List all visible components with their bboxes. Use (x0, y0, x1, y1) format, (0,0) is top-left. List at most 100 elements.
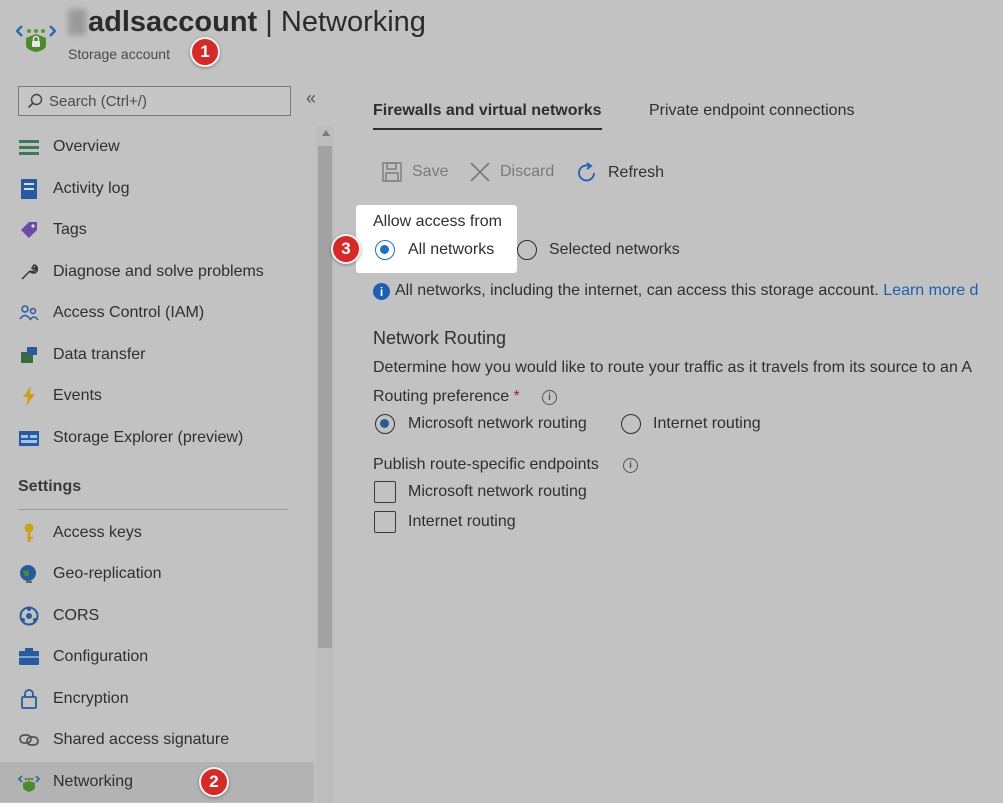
sidebar-item-label: CORS (53, 607, 100, 624)
refresh-button[interactable]: Refresh (576, 162, 664, 184)
key-icon (18, 522, 40, 544)
sidebar-item-label: Geo-replication (53, 565, 162, 582)
sidebar-item-overview[interactable]: Overview (0, 127, 314, 167)
step-badge-1: 1 (190, 37, 220, 67)
info-message: All networks, including the internet, ca… (395, 282, 879, 299)
close-icon (470, 162, 490, 182)
publish-microsoft-label[interactable]: Microsoft network routing (408, 483, 587, 501)
save-button[interactable]: Save (382, 162, 448, 182)
lock-icon (18, 688, 40, 710)
people-icon (18, 302, 40, 324)
page-name: Networking (280, 6, 426, 38)
save-label: Save (412, 163, 449, 180)
search-input[interactable]: Search (Ctrl+/) (18, 86, 291, 116)
redacted-text (68, 9, 86, 35)
sidebar-item-iam[interactable]: Access Control (IAM) (0, 293, 314, 333)
checkbox-publish-microsoft[interactable] (374, 481, 396, 503)
sidebar-item-label: Access keys (53, 524, 142, 541)
overview-icon (18, 136, 40, 158)
network-routing-heading: Network Routing (373, 328, 507, 348)
collapse-sidebar-button[interactable]: « (306, 88, 316, 109)
data-transfer-icon (18, 344, 40, 366)
routing-description: Determine how you would like to route yo… (373, 359, 973, 376)
scrollbar-thumb[interactable] (318, 146, 332, 648)
radio-microsoft-network-routing[interactable] (375, 414, 395, 434)
publish-endpoints-label: Publish route-specific endpoints (373, 456, 599, 473)
allow-access-label: Allow access from (373, 213, 502, 230)
sidebar-item-label: Access Control (IAM) (53, 304, 205, 321)
networking-icon (18, 771, 40, 793)
sidebar-item-label: Events (53, 387, 102, 404)
activity-log-icon (18, 178, 40, 200)
save-icon (382, 162, 402, 182)
radio-selected-networks[interactable] (517, 240, 537, 260)
all-networks-label[interactable]: All networks (408, 241, 494, 259)
title-separator: | (257, 6, 281, 38)
internet-routing-label[interactable]: Internet routing (653, 415, 761, 433)
info-text: All networks, including the internet, ca… (395, 282, 978, 300)
sidebar-item-label: Data transfer (53, 346, 146, 363)
required-mark: * (513, 388, 520, 405)
sidebar-item-tags[interactable]: Tags (0, 210, 314, 250)
publish-internet-label[interactable]: Internet routing (408, 513, 516, 531)
storage-explorer-icon (18, 427, 40, 449)
radio-internet-routing[interactable] (621, 414, 641, 434)
wrench-icon (18, 261, 40, 283)
sidebar-item-label: Shared access signature (53, 731, 230, 748)
page-header: adlsaccount | Networking Storage account (0, 0, 1003, 78)
sidebar-item-storage-explorer[interactable]: Storage Explorer (preview) (0, 418, 314, 458)
configuration-icon (18, 646, 40, 668)
sidebar-item-data-transfer[interactable]: Data transfer (0, 335, 314, 375)
sidebar-item-sas[interactable]: Shared access signature (0, 720, 314, 760)
storage-networking-icon (16, 25, 56, 52)
resource-type: Storage account (68, 46, 170, 62)
sidebar: Search (Ctrl+/) « Overview Activity log … (0, 78, 336, 803)
globe-icon (18, 563, 40, 585)
sidebar-item-encryption[interactable]: Encryption (0, 679, 314, 719)
info-icon: i (373, 283, 390, 300)
link-icon (18, 729, 40, 751)
sidebar-item-label: Storage Explorer (preview) (53, 429, 244, 446)
sidebar-item-label: Encryption (53, 690, 129, 707)
sidebar-item-label: Activity log (53, 180, 130, 197)
sidebar-item-cors[interactable]: CORS (0, 596, 314, 636)
settings-section-label: Settings (18, 478, 82, 495)
step-badge-2: 2 (199, 767, 229, 797)
section-divider (18, 509, 288, 510)
sidebar-item-configuration[interactable]: Configuration (0, 637, 314, 677)
tab-firewalls-virtual-networks[interactable]: Firewalls and virtual networks (373, 102, 602, 130)
sidebar-item-label: Networking (53, 773, 134, 790)
sidebar-item-label: Overview (53, 138, 120, 155)
refresh-label: Refresh (608, 164, 665, 181)
sidebar-item-label: Tags (53, 221, 87, 238)
microsoft-routing-label[interactable]: Microsoft network routing (408, 415, 587, 433)
step-badge-3: 3 (331, 234, 361, 264)
lightning-icon (18, 385, 40, 407)
sidebar-item-diagnose[interactable]: Diagnose and solve problems (0, 252, 314, 292)
sidebar-item-events[interactable]: Events (0, 376, 314, 416)
routing-preference-text: Routing preference (373, 388, 510, 405)
sidebar-item-networking[interactable]: Networking (0, 762, 314, 802)
tag-icon (18, 219, 40, 241)
selected-networks-label[interactable]: Selected networks (549, 241, 680, 259)
tab-private-endpoint-connections[interactable]: Private endpoint connections (649, 102, 854, 128)
scroll-up-arrow-icon[interactable] (322, 130, 330, 136)
account-name: adlsaccount (88, 6, 258, 38)
checkbox-publish-internet[interactable] (374, 511, 396, 533)
radio-all-networks[interactable] (375, 240, 395, 260)
sidebar-item-label: Diagnose and solve problems (53, 263, 264, 280)
discard-label: Discard (500, 163, 555, 180)
cors-icon (18, 605, 40, 627)
refresh-icon (578, 162, 595, 182)
publish-endpoints-info-icon[interactable]: i (623, 458, 638, 473)
sidebar-item-activity-log[interactable]: Activity log (0, 169, 314, 209)
routing-preference-label: Routing preference * (373, 388, 520, 406)
sidebar-item-access-keys[interactable]: Access keys (0, 513, 314, 553)
search-placeholder: Search (Ctrl+/) (49, 92, 147, 110)
discard-button[interactable]: Discard (470, 162, 554, 182)
search-icon (27, 93, 43, 109)
sidebar-item-label: Configuration (53, 648, 149, 665)
learn-more-link[interactable]: Learn more d (883, 282, 978, 299)
routing-preference-info-icon[interactable]: i (542, 390, 557, 405)
sidebar-item-geo-replication[interactable]: Geo-replication (0, 554, 314, 594)
